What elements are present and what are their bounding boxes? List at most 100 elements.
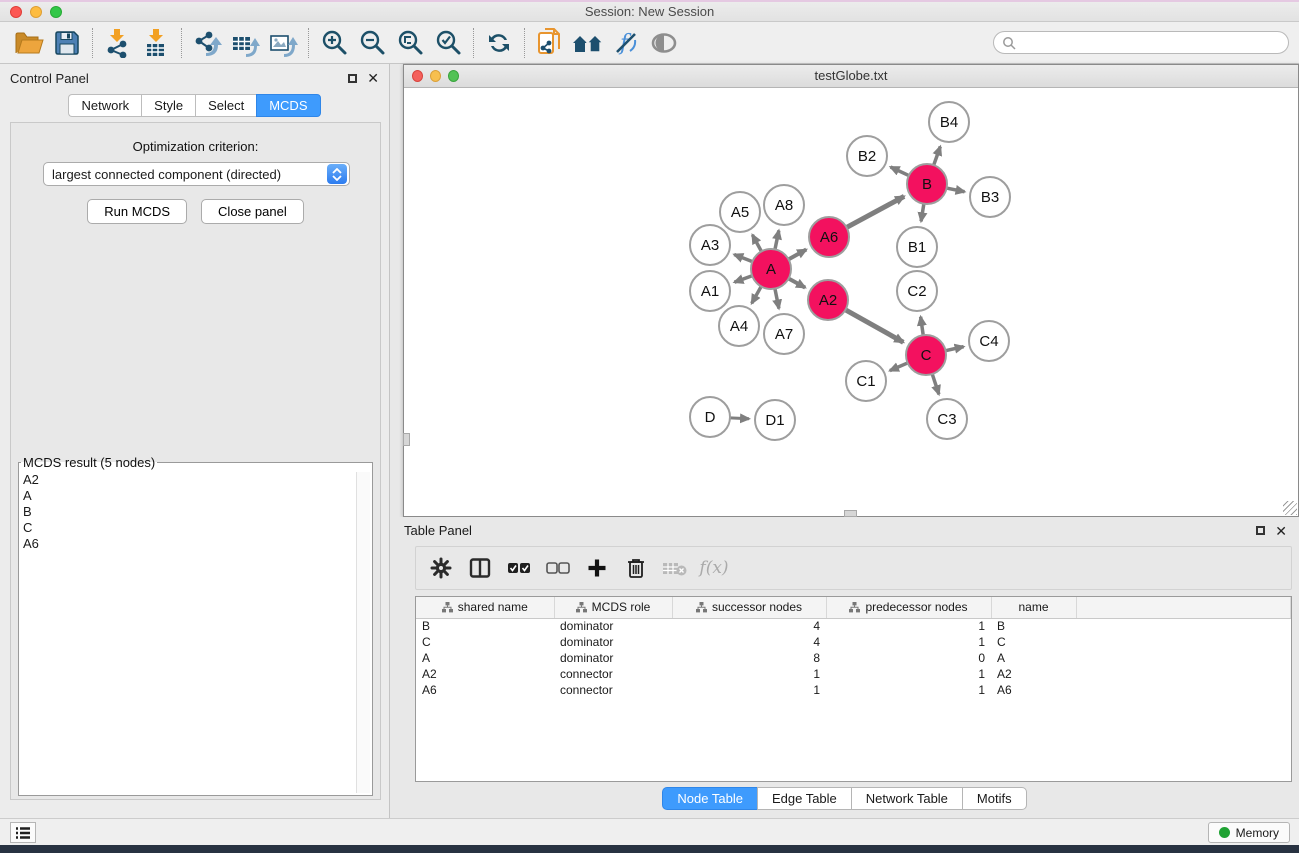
- close-panel-icon[interactable]: ✕: [367, 71, 379, 85]
- zoom-network-button[interactable]: [448, 70, 459, 82]
- import-table-button[interactable]: [137, 26, 175, 60]
- mcds-result-item[interactable]: A2: [21, 472, 355, 488]
- window-left-grip[interactable]: [403, 433, 410, 446]
- tab-motifs[interactable]: Motifs: [962, 787, 1027, 810]
- cell-mcds_role[interactable]: connector: [554, 682, 672, 698]
- tab-network[interactable]: Network: [68, 94, 141, 117]
- minimize-window-button[interactable]: [30, 6, 42, 18]
- graph-node-B4[interactable]: B4: [929, 102, 969, 142]
- first-neighbors-button[interactable]: [569, 26, 607, 60]
- graph-node-C2[interactable]: C2: [897, 271, 937, 311]
- table-row[interactable]: A2connector11A2: [416, 666, 1291, 682]
- optimization-criterion-select[interactable]: largest connected component (directed): [43, 162, 350, 186]
- column-header-MCDS-role[interactable]: MCDS role: [554, 597, 672, 618]
- tab-select[interactable]: Select: [195, 94, 256, 117]
- apply-layout-button[interactable]: [480, 26, 518, 60]
- graph-node-C3[interactable]: C3: [927, 399, 967, 439]
- zoom-selected-button[interactable]: [429, 26, 467, 60]
- show-hidden-button[interactable]: [645, 26, 683, 60]
- table-settings-button[interactable]: [426, 553, 456, 583]
- window-bottom-grip[interactable]: [844, 510, 857, 517]
- mcds-result-item[interactable]: A6: [21, 536, 355, 552]
- cell-predecessor_nodes[interactable]: 0: [826, 650, 991, 666]
- cell-name[interactable]: A: [991, 650, 1076, 666]
- graph-node-A3[interactable]: A3: [690, 225, 730, 265]
- cell-mcds_role[interactable]: dominator: [554, 634, 672, 650]
- graph-node-C4[interactable]: C4: [969, 321, 1009, 361]
- column-header-name[interactable]: name: [991, 597, 1076, 618]
- table-row[interactable]: Adominator80A: [416, 650, 1291, 666]
- function-builder-button[interactable]: f(x): [699, 553, 729, 583]
- close-network-button[interactable]: [412, 70, 423, 82]
- graph-node-A8[interactable]: A8: [764, 185, 804, 225]
- cell-shared_name[interactable]: A: [416, 650, 554, 666]
- zoom-out-button[interactable]: [353, 26, 391, 60]
- zoom-in-button[interactable]: [315, 26, 353, 60]
- cell-shared_name[interactable]: A2: [416, 666, 554, 682]
- export-network-button[interactable]: [188, 26, 226, 60]
- cell-successor_nodes[interactable]: 1: [672, 682, 826, 698]
- mcds-result-item[interactable]: C: [21, 520, 355, 536]
- select-all-columns-button[interactable]: [504, 553, 534, 583]
- result-scrollbar[interactable]: [356, 472, 370, 793]
- cell-successor_nodes[interactable]: 8: [672, 650, 826, 666]
- cell-successor_nodes[interactable]: 1: [672, 666, 826, 682]
- graph-node-D[interactable]: D: [690, 397, 730, 437]
- network-window-titlebar[interactable]: testGlobe.txt: [404, 65, 1298, 88]
- close-table-panel-icon[interactable]: ✕: [1275, 524, 1287, 538]
- cell-predecessor_nodes[interactable]: 1: [826, 618, 991, 634]
- cell-predecessor_nodes[interactable]: 1: [826, 666, 991, 682]
- graph-node-C1[interactable]: C1: [846, 361, 886, 401]
- export-table-button[interactable]: [226, 26, 264, 60]
- graph-node-A[interactable]: A: [751, 249, 791, 289]
- hide-selected-button[interactable]: f: [607, 26, 645, 60]
- graph-node-C[interactable]: C: [906, 335, 946, 375]
- table-row[interactable]: Cdominator41C: [416, 634, 1291, 650]
- graph-node-B1[interactable]: B1: [897, 227, 937, 267]
- tab-network-table[interactable]: Network Table: [851, 787, 962, 810]
- graph-node-A7[interactable]: A7: [764, 314, 804, 354]
- graph-node-A1[interactable]: A1: [690, 271, 730, 311]
- import-network-button[interactable]: [99, 26, 137, 60]
- deselect-all-columns-button[interactable]: [543, 553, 573, 583]
- graph-node-A6[interactable]: A6: [809, 217, 849, 257]
- mcds-result-item[interactable]: A: [21, 488, 355, 504]
- cell-successor_nodes[interactable]: 4: [672, 634, 826, 650]
- graph-node-B[interactable]: B: [907, 164, 947, 204]
- add-column-button[interactable]: [582, 553, 612, 583]
- cell-mcds_role[interactable]: dominator: [554, 618, 672, 634]
- column-header-successor-nodes[interactable]: successor nodes: [672, 597, 826, 618]
- graph-node-B3[interactable]: B3: [970, 177, 1010, 217]
- close-window-button[interactable]: [10, 6, 22, 18]
- cell-predecessor_nodes[interactable]: 1: [826, 634, 991, 650]
- cell-shared_name[interactable]: C: [416, 634, 554, 650]
- column-header-predecessor-nodes[interactable]: predecessor nodes: [826, 597, 991, 618]
- float-table-panel-icon[interactable]: [1256, 526, 1265, 535]
- save-session-button[interactable]: [48, 26, 86, 60]
- cell-shared_name[interactable]: A6: [416, 682, 554, 698]
- graph-node-A2[interactable]: A2: [808, 280, 848, 320]
- mcds-result-item[interactable]: B: [21, 504, 355, 520]
- run-mcds-button[interactable]: Run MCDS: [87, 199, 187, 224]
- graph-node-A5[interactable]: A5: [720, 192, 760, 232]
- float-panel-icon[interactable]: [348, 74, 357, 83]
- table-row[interactable]: A6connector11A6: [416, 682, 1291, 698]
- show-panel-list-button[interactable]: [10, 822, 36, 843]
- column-header-shared-name[interactable]: shared name: [416, 597, 554, 618]
- tab-node-table[interactable]: Node Table: [662, 787, 757, 810]
- cell-mcds_role[interactable]: dominator: [554, 650, 672, 666]
- memory-button[interactable]: Memory: [1208, 822, 1290, 843]
- search-field[interactable]: [993, 31, 1289, 54]
- cell-name[interactable]: B: [991, 618, 1076, 634]
- toggle-column-view-button[interactable]: [465, 553, 495, 583]
- open-session-button[interactable]: [10, 26, 48, 60]
- zoom-window-button[interactable]: [50, 6, 62, 18]
- cell-name[interactable]: C: [991, 634, 1076, 650]
- tab-edge-table[interactable]: Edge Table: [757, 787, 851, 810]
- tab-mcds[interactable]: MCDS: [256, 94, 320, 117]
- graph-node-B2[interactable]: B2: [847, 136, 887, 176]
- delete-column-button[interactable]: [621, 553, 651, 583]
- network-canvas[interactable]: AA1A2A3A4A5A6A7A8BB1B2B3B4CC1C2C3C4DD1: [404, 88, 1298, 516]
- cell-shared_name[interactable]: B: [416, 618, 554, 634]
- delete-table-button[interactable]: [660, 553, 690, 583]
